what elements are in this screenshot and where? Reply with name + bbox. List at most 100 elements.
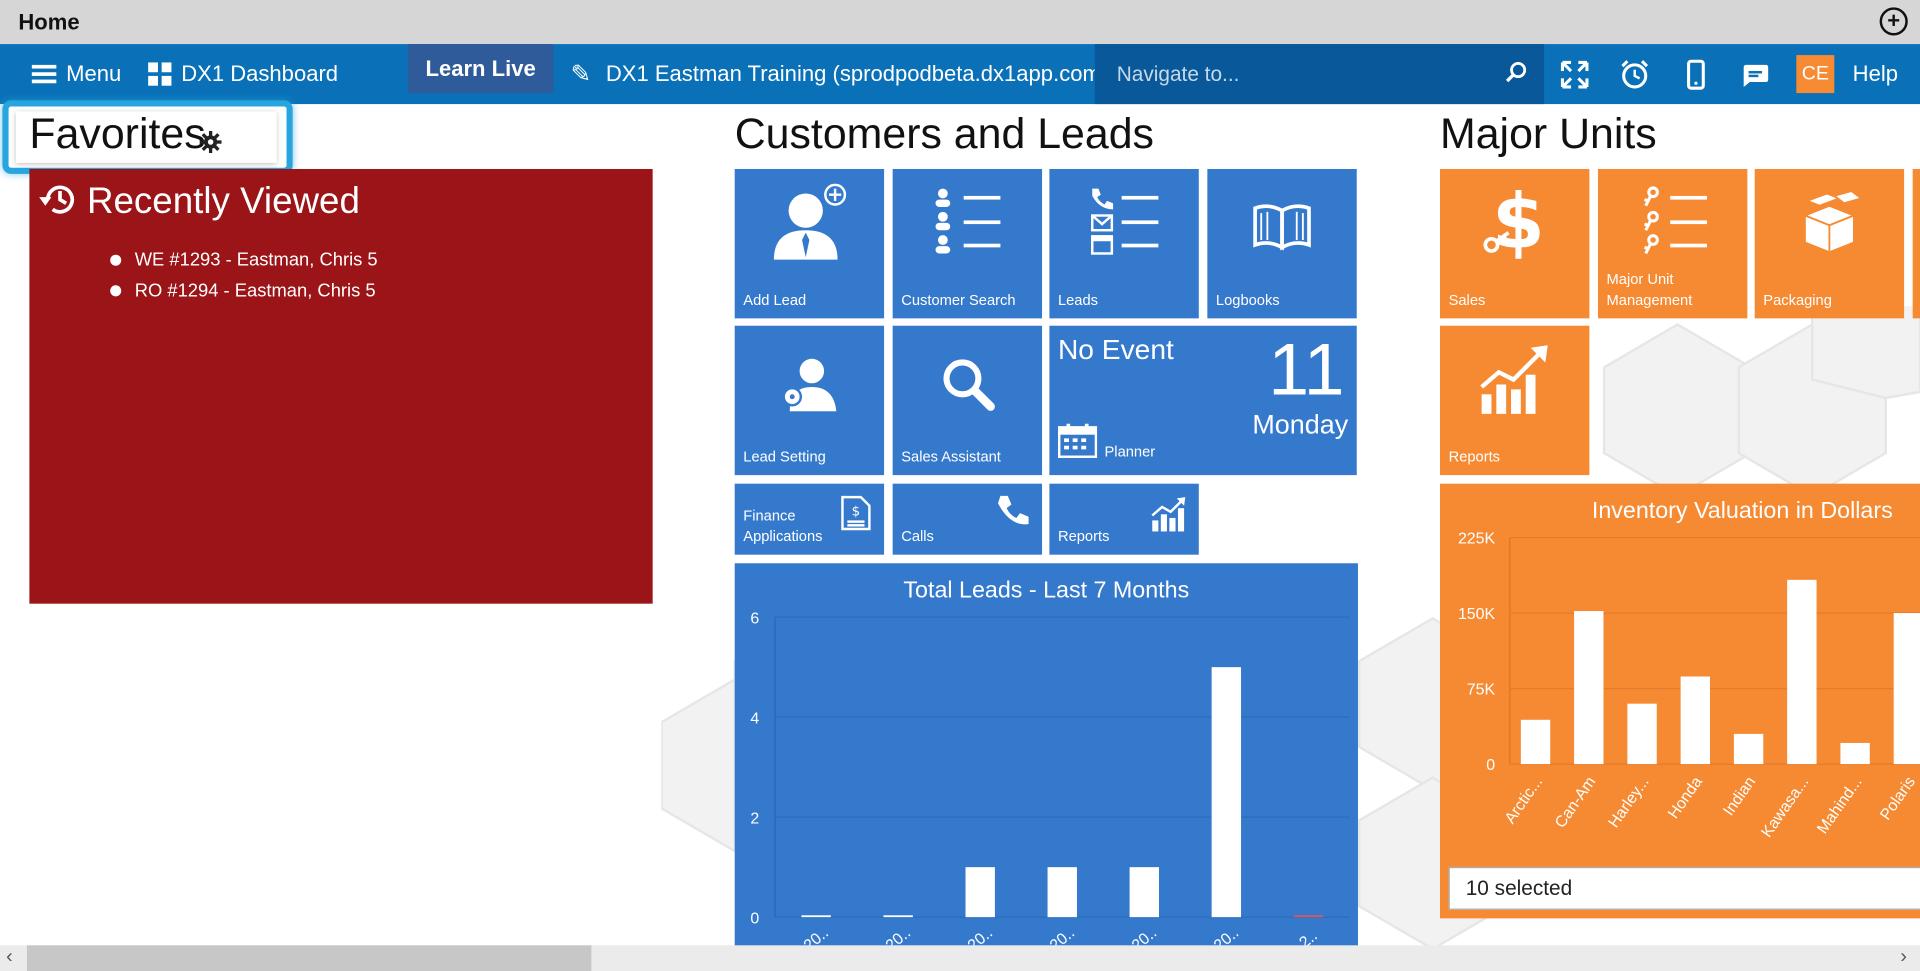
- menu-label: Menu: [66, 61, 122, 86]
- x-tick-label: Honda: [1665, 774, 1706, 822]
- growth-chart-icon: [1480, 345, 1548, 414]
- mobile-phone-icon[interactable]: [1680, 59, 1712, 91]
- account-button[interactable]: ✎ DX1 Eastman Training (sprodpodbeta.dx1…: [571, 44, 1109, 104]
- bar: [1574, 611, 1604, 765]
- favorites-title: Favorites: [29, 110, 206, 158]
- manufacturer-multiselect[interactable]: 10 selected: [1448, 866, 1920, 910]
- leads-tile[interactable]: Leads: [1049, 168, 1199, 319]
- dashboard-grid-icon: [148, 62, 172, 86]
- packaging-label: Packaging: [1763, 291, 1832, 309]
- planner-day-name: Monday: [1252, 408, 1349, 440]
- user-avatar[interactable]: CE: [1796, 55, 1835, 94]
- y-tick-label: 0: [750, 910, 759, 927]
- inventory-chart-svg: 0 75K 150K 225K Arctic... Can-Am Harley... Hond…: [1458, 531, 1920, 841]
- scrollbar-thumb[interactable]: [26, 945, 592, 971]
- x-tick-label: Indian: [1720, 774, 1759, 819]
- scroll-right-icon[interactable]: ›: [1900, 947, 1907, 969]
- boxes-icon: [1802, 191, 1864, 254]
- calls-label: Calls: [901, 527, 934, 545]
- recently-viewed-item[interactable]: WE #1293 - Eastman, Chris 5: [110, 245, 378, 276]
- customer-search-tile[interactable]: Customer Search: [892, 168, 1043, 319]
- navigate-input[interactable]: [1116, 58, 1485, 91]
- calls-tile[interactable]: Calls: [892, 483, 1043, 555]
- y-tick-label: 0: [1486, 757, 1495, 774]
- x-tick-label: Kawasa...: [1758, 774, 1812, 841]
- x-tick-label: Harley...: [1605, 774, 1652, 831]
- bar: [1211, 667, 1242, 918]
- svg-text:$: $: [852, 505, 861, 520]
- customer-list-icon: [935, 188, 1001, 254]
- navigate-search: [1094, 44, 1545, 105]
- bar: [1787, 579, 1817, 765]
- major-units-overflow-tile[interactable]: [1912, 168, 1920, 319]
- major-unit-reports-tile[interactable]: Reports: [1440, 325, 1590, 476]
- x-tick-label: Mahind...: [1814, 774, 1865, 837]
- bar: [1840, 742, 1870, 765]
- chat-icon[interactable]: [1739, 59, 1771, 91]
- user-settings-icon: [782, 358, 837, 412]
- add-tab-icon[interactable]: +: [1879, 7, 1908, 36]
- phone-icon: [997, 495, 1029, 525]
- planner-label: Planner: [1104, 443, 1156, 461]
- finance-document-icon: $: [841, 495, 871, 531]
- magnifier-icon: [943, 359, 995, 411]
- search-icon[interactable]: [1505, 61, 1527, 83]
- window-title: Home: [18, 9, 80, 35]
- recently-viewed-item[interactable]: RO #1294 - Eastman, Chris 5: [110, 276, 377, 307]
- viewport: Home + Menu DX1 Dashboard Learn Live ✎ D…: [0, 0, 1920, 971]
- lead-setting-tile[interactable]: Lead Setting: [734, 325, 885, 476]
- open-book-icon: [1253, 204, 1311, 251]
- help-link[interactable]: Help: [1853, 61, 1898, 87]
- leads-list-icon: [1091, 188, 1159, 255]
- y-tick-label: 225K: [1458, 531, 1496, 548]
- total-leads-chart: Total Leads - Last 7 Months 0 2 4 6 20.. 20..…: [734, 563, 1358, 949]
- customers-leads-title: Customers and Leads: [734, 110, 1154, 158]
- sales-assistant-tile[interactable]: Sales Assistant: [892, 325, 1043, 476]
- bar: [1520, 719, 1551, 765]
- major-unit-management-tile[interactable]: Major Unit Management: [1597, 168, 1748, 319]
- account-label: DX1 Eastman Training (sprodpodbeta.dx1ap…: [605, 61, 1109, 86]
- top-navbar: Menu DX1 Dashboard Learn Live ✎ DX1 East…: [0, 44, 1920, 105]
- add-lead-label: Add Lead: [743, 291, 807, 309]
- bar: [1293, 915, 1324, 918]
- recently-viewed-list: WE #1293 - Eastman, Chris 5 RO #1294 - E…: [110, 245, 378, 307]
- dashboard-label: DX1 Dashboard: [181, 61, 339, 86]
- major-unit-management-label: Major Unit Management: [1606, 270, 1693, 309]
- bar: [883, 915, 913, 918]
- bar: [965, 867, 995, 918]
- y-tick-label: 2: [750, 810, 759, 827]
- window-titlebar: Home +: [0, 0, 1920, 45]
- logbooks-tile[interactable]: Logbooks: [1207, 168, 1357, 319]
- bar: [1680, 676, 1711, 765]
- add-lead-tile[interactable]: Add Lead: [734, 168, 885, 319]
- x-tick-label: Polaris: [1877, 774, 1919, 824]
- recently-viewed-title: Recently Viewed: [86, 181, 360, 222]
- bar: [801, 915, 831, 918]
- sales-tile[interactable]: $ Sales: [1440, 168, 1590, 319]
- gear-icon[interactable]: [199, 131, 222, 154]
- lead-setting-label: Lead Setting: [743, 448, 826, 466]
- hamburger-icon: [31, 64, 57, 84]
- bar-chart-icon: [1151, 497, 1186, 532]
- horizontal-scrollbar[interactable]: ‹ ›: [0, 945, 1920, 971]
- menu-button[interactable]: Menu: [31, 44, 122, 104]
- bar: [1627, 703, 1657, 765]
- dashboard-button[interactable]: DX1 Dashboard: [148, 44, 338, 104]
- packaging-tile[interactable]: Packaging: [1754, 168, 1905, 319]
- pencil-icon: ✎: [570, 61, 592, 89]
- sales-assistant-label: Sales Assistant: [901, 448, 1001, 466]
- dollar-keys-icon: $: [1483, 181, 1545, 262]
- customer-reports-tile[interactable]: Reports: [1049, 483, 1199, 555]
- finance-applications-label: Finance Applications: [743, 506, 823, 545]
- scroll-left-icon[interactable]: ‹: [6, 947, 13, 969]
- finance-applications-tile[interactable]: $ Finance Applications: [734, 483, 885, 555]
- expand-icon[interactable]: [1559, 59, 1591, 91]
- learn-live-button[interactable]: Learn Live: [407, 44, 554, 94]
- planner-tile[interactable]: No Event 11 Monday Planner: [1049, 325, 1357, 476]
- y-tick-label: 150K: [1458, 606, 1496, 623]
- alarm-clock-icon[interactable]: [1619, 59, 1651, 91]
- logbooks-label: Logbooks: [1215, 291, 1280, 309]
- calendar-icon: [1057, 423, 1098, 458]
- inventory-valuation-chart: Inventory Valuation in Dollars 0 75K 150K 2…: [1440, 483, 1920, 919]
- bar: [1047, 867, 1077, 918]
